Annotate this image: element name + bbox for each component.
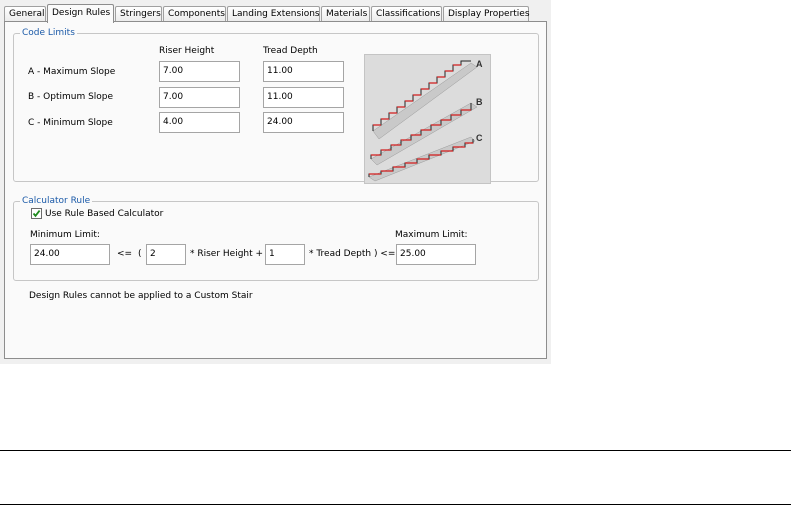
minimum-limit-label: Minimum Limit: (30, 230, 100, 240)
max-slope-tread-input[interactable]: 11.00 (263, 61, 344, 82)
row-label-optimum-slope: B - Optimum Slope (28, 92, 114, 102)
tread-multiplier-input[interactable]: 1 (265, 244, 305, 265)
custom-stair-note: Design Rules cannot be applied to a Cust… (29, 291, 253, 301)
tab-materials[interactable]: Materials (321, 6, 370, 21)
open-paren: ( (138, 249, 142, 259)
min-slope-riser-input[interactable]: 4.00 (159, 112, 240, 133)
stair-slope-diagram: A B C (364, 54, 491, 184)
tab-display-properties[interactable]: Display Properties (443, 6, 530, 21)
max-slope-riser-input[interactable]: 7.00 (159, 61, 240, 82)
stair-a-stringer (372, 62, 478, 140)
tab-strip: General Design Rules Stringers Component… (4, 4, 549, 23)
calculator-rule-title: Calculator Rule (20, 195, 93, 207)
riser-multiplier-input[interactable]: 2 (146, 244, 186, 265)
calculator-rule-group: Calculator Rule Use Rule Based Calculato… (13, 195, 539, 281)
maximum-limit-label: Maximum Limit: (395, 230, 468, 240)
divider-line-top (0, 450, 791, 451)
min-slope-tread-input[interactable]: 24.00 (263, 112, 344, 133)
design-rules-panel: Code Limits Riser Height Tread Depth A -… (4, 21, 547, 359)
tab-classifications[interactable]: Classifications (371, 6, 442, 21)
riser-height-header: Riser Height (159, 46, 215, 56)
stair-label-a: A (476, 59, 483, 69)
row-label-maximum-slope: A - Maximum Slope (28, 67, 116, 77)
opt-slope-tread-input[interactable]: 11.00 (263, 87, 344, 108)
opt-slope-riser-input[interactable]: 7.00 (159, 87, 240, 108)
minimum-limit-input[interactable]: 24.00 (30, 244, 110, 265)
rule-calculator-label[interactable]: Use Rule Based Calculator (45, 209, 163, 220)
tab-stringers[interactable]: Stringers (115, 6, 162, 21)
code-limits-group: Code Limits Riser Height Tread Depth A -… (13, 27, 539, 184)
stair-label-c: C (476, 133, 483, 143)
tab-design-rules[interactable]: Design Rules (47, 4, 114, 23)
stair-label-b: B (476, 97, 483, 107)
maximum-limit-input[interactable]: 25.00 (396, 244, 476, 265)
checkmark-icon (32, 210, 41, 218)
divider-line-bottom (0, 504, 791, 505)
less-equal-symbol: <= (117, 249, 133, 259)
row-label-minimum-slope: C - Minimum Slope (28, 118, 113, 128)
riser-height-term: * Riser Height + (190, 249, 264, 259)
stair-diagram-svg: A B C (368, 59, 483, 182)
tab-landing-extensions[interactable]: Landing Extensions (227, 6, 320, 21)
tread-depth-header: Tread Depth (263, 46, 318, 56)
blank-area (0, 364, 791, 506)
stair-style-dialog: General Design Rules Stringers Component… (0, 0, 551, 364)
tab-components[interactable]: Components (163, 6, 226, 21)
tread-depth-term: * Tread Depth ) <= (309, 249, 396, 259)
tab-general[interactable]: General (4, 6, 46, 21)
rule-calculator-checkbox[interactable] (31, 208, 42, 219)
code-limits-title: Code Limits (20, 27, 77, 39)
